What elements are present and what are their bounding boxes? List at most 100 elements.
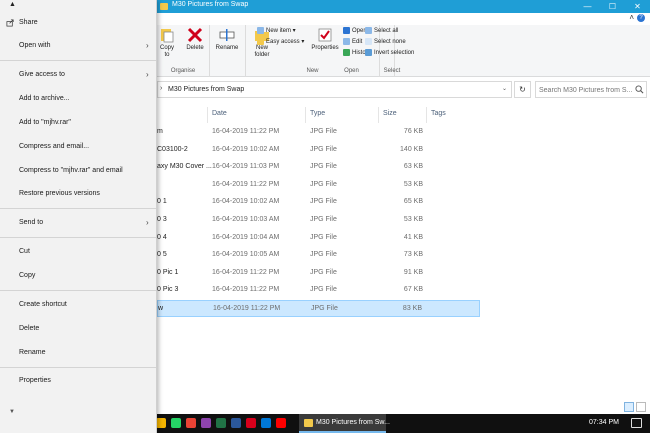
minimize-button[interactable]: — (575, 0, 600, 13)
menu-item-restore-versions[interactable]: Restore previous versions (0, 183, 156, 205)
menu-item-give-access[interactable]: Give access to › (0, 64, 156, 86)
calendar-icon[interactable] (201, 418, 211, 428)
search-icon (635, 85, 644, 94)
menu-item-properties[interactable]: Properties (0, 370, 156, 392)
edit-label: Edit (352, 39, 363, 46)
file-type: JPG File (310, 216, 337, 223)
menu-scroll-down[interactable]: ▼ (9, 409, 15, 415)
refresh-button[interactable]: ↻ (514, 81, 531, 98)
address-bar[interactable]: › M30 Pictures from Swap ⌄ (157, 81, 512, 98)
menu-item-open-with[interactable]: Open with › (0, 35, 156, 57)
ribbon-tabs: ˄ ? (157, 13, 650, 25)
properties-button[interactable]: Properties (311, 27, 339, 52)
file-type: JPG File (310, 268, 337, 276)
clock[interactable]: 07:34 PM (589, 419, 619, 426)
menu-item-create-shortcut[interactable]: Create shortcut (0, 294, 156, 316)
easy-access-label: Easy access ▾ (266, 39, 305, 46)
file-size: 65 KB (403, 198, 423, 206)
select-all-button[interactable]: Select all (365, 27, 398, 36)
table-row[interactable]: w 16-04-2019 11:22 PM JPG File 83 KB (157, 300, 480, 317)
red-app-icon[interactable] (216, 418, 226, 428)
table-row[interactable]: 0 3 16-04-2019 10:03 AM JPG File 53 KB (157, 212, 480, 229)
menu-item-compress-email[interactable]: Compress and email... (0, 136, 156, 158)
invert-selection-button[interactable]: Invert selection (365, 49, 414, 58)
menu-item-label: Add to archive... (19, 95, 70, 102)
menu-item-label: Add to "mjhv.rar" (19, 119, 71, 126)
new-item-button[interactable]: New item ▾ (257, 27, 296, 36)
youtube-icon[interactable] (246, 418, 256, 428)
column-size[interactable]: Size (383, 110, 397, 122)
close-button[interactable]: ✕ (625, 0, 650, 13)
taskbar-explorer-window[interactable]: M30 Pictures from Sw... (299, 414, 390, 433)
edit-button[interactable]: Edit (343, 38, 362, 47)
file-date: 16-04-2019 11:22 PM (212, 128, 280, 135)
table-row[interactable]: C03100-2 16-04-2019 10:02 AM JPG File 140 K… (157, 142, 480, 159)
notification-icon[interactable] (631, 418, 642, 428)
file-size: 73 KB (403, 251, 423, 259)
paint-icon[interactable] (261, 418, 271, 428)
table-row[interactable]: 0 Pic 3 16-04-2019 11:22 PM JPG File 67 KB (157, 282, 480, 299)
file-name: 0 4 (157, 233, 167, 241)
menu-item-add-to-rar[interactable]: Add to "mjhv.rar" (0, 112, 156, 134)
window-title: M30 Pictures from Swap (172, 1, 249, 8)
maximize-button[interactable]: ☐ (600, 0, 625, 13)
file-size: 53 KB (403, 180, 423, 188)
docs-icon[interactable] (171, 418, 181, 428)
view-buttons (623, 402, 649, 413)
easy-access-button[interactable]: Easy access ▾ (257, 38, 304, 47)
copy-to-label: Copy to (159, 45, 174, 58)
easy-access-icon (257, 38, 264, 45)
file-date: 16-04-2019 10:03 AM (212, 216, 280, 223)
menu-item-rename[interactable]: Rename (0, 342, 156, 364)
table-row[interactable]: m 16-04-2019 11:22 PM JPG File 76 KB (157, 124, 480, 141)
file-type: JPG File (310, 286, 337, 294)
menu-item-delete[interactable]: Delete (0, 318, 156, 340)
table-row[interactable]: 0 5 16-04-2019 10:05 AM JPG File 73 KB (157, 247, 480, 264)
table-row[interactable]: 16-04-2019 11:22 PM JPG File 53 KB (157, 177, 480, 194)
table-row[interactable]: 0 1 16-04-2019 10:02 AM JPG File 65 KB (157, 194, 480, 211)
onenote-icon[interactable] (156, 418, 166, 428)
file-size: 53 KB (403, 216, 423, 223)
menu-item-send-to[interactable]: Send to › (0, 212, 156, 234)
column-type[interactable]: Type (310, 110, 325, 122)
submenu-arrow-icon: › (146, 41, 149, 50)
menu-item-share[interactable]: Share (0, 12, 156, 34)
menu-item-label: Delete (19, 325, 40, 332)
collapse-ribbon-button[interactable]: ˄ (629, 13, 634, 22)
menu-separator (0, 367, 156, 368)
file-size: 41 KB (403, 233, 423, 241)
large-icons-view-button[interactable] (636, 402, 646, 412)
search-box[interactable] (535, 81, 647, 98)
menu-scroll-up[interactable]: ▲ (9, 1, 16, 8)
menu-item-copy[interactable]: Copy (0, 265, 156, 287)
delete-button[interactable]: Delete (185, 27, 205, 52)
menu-separator (0, 290, 156, 291)
menu-item-label: Send to (19, 219, 44, 226)
rename-icon (219, 29, 235, 41)
search-input[interactable] (539, 84, 635, 96)
sheets-icon[interactable] (186, 418, 196, 428)
properties-label: Properties (311, 45, 339, 51)
chevron-down-icon[interactable]: ⌄ (502, 85, 507, 92)
table-row[interactable]: 0 Pic 1 16-04-2019 11:22 PM JPG File 91 KB (157, 265, 480, 282)
screen: M30 Pictures from Swap — ☐ ✕ ˄ ? Copy to… (0, 0, 650, 433)
column-date[interactable]: Date (212, 110, 227, 122)
menu-item-compress-rar-email[interactable]: Compress to "mjhv.rar" and email (0, 160, 156, 182)
select-none-button[interactable]: Select none (365, 38, 406, 47)
menu-item-add-to-archive[interactable]: Add to archive... (0, 88, 156, 110)
details-view-button[interactable] (624, 402, 634, 412)
menu-item-cut[interactable]: Cut (0, 241, 156, 263)
file-date: 16-04-2019 10:02 AM (212, 145, 280, 153)
store-icon[interactable] (231, 418, 241, 428)
copy-to-button[interactable]: Copy to (159, 27, 175, 59)
new-item-icon (257, 27, 264, 34)
file-name: 0 Pic 3 (157, 286, 179, 294)
help-button[interactable]: ? (637, 14, 645, 22)
file-name: m (157, 128, 163, 135)
rename-button[interactable]: Rename (214, 27, 240, 52)
edge-icon[interactable] (276, 418, 286, 428)
menu-item-label: Open with (19, 42, 51, 49)
table-row[interactable]: 0 4 16-04-2019 10:04 AM JPG File 41 KB (157, 230, 480, 247)
column-tags[interactable]: Tags (431, 110, 446, 122)
table-row[interactable]: axy M30 Cover ... 16-04-2019 11:03 PM JPG … (157, 159, 480, 176)
